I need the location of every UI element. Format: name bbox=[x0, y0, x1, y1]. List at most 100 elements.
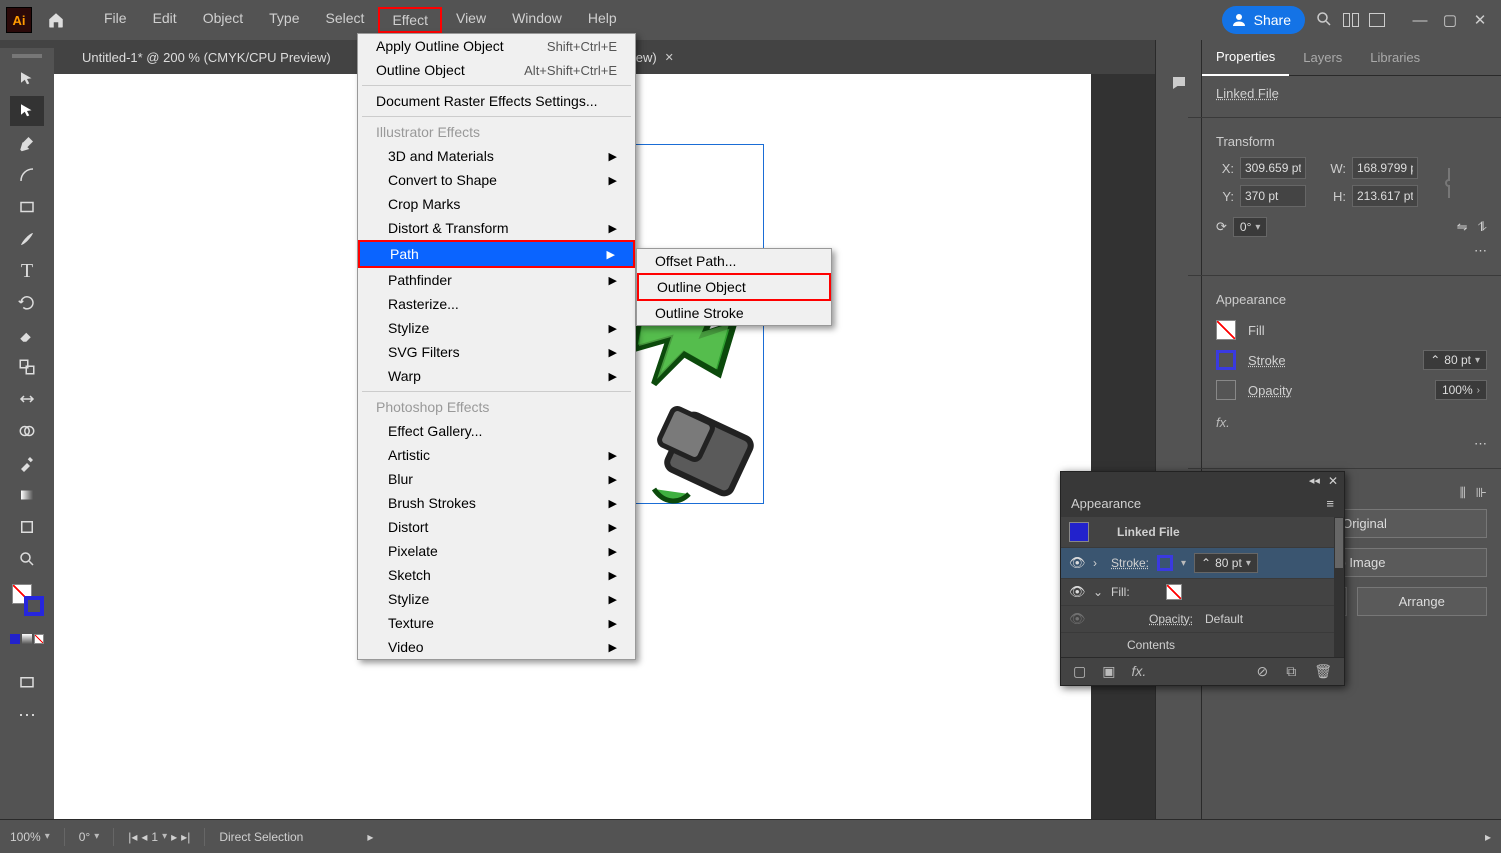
stroke-row-swatch[interactable] bbox=[1157, 555, 1173, 571]
flip-vertical-icon[interactable]: ⥮ bbox=[1478, 219, 1487, 235]
menu-path[interactable]: Path▶ bbox=[358, 240, 635, 268]
zoom-level[interactable]: 100%▾ bbox=[10, 830, 50, 844]
scale-tool[interactable] bbox=[10, 352, 44, 382]
type-tool[interactable]: T bbox=[10, 256, 44, 286]
panel-drag-handle[interactable] bbox=[12, 54, 42, 58]
submenu-outline-object[interactable]: Outline Object bbox=[637, 273, 831, 301]
menu-apply-last-effect[interactable]: Apply Outline ObjectShift+Ctrl+E bbox=[358, 34, 635, 58]
align-icon-1[interactable]: ⫼ bbox=[1460, 485, 1466, 501]
direct-selection-tool[interactable] bbox=[10, 96, 44, 126]
width-tool[interactable] bbox=[10, 384, 44, 414]
x-input[interactable] bbox=[1240, 157, 1306, 179]
opacity-input[interactable]: 100%› bbox=[1435, 380, 1487, 400]
new-stroke-icon[interactable]: ▣ bbox=[1098, 663, 1119, 680]
menu-last-effect[interactable]: Outline ObjectAlt+Shift+Ctrl+E bbox=[358, 58, 635, 82]
opacity-label[interactable]: Opacity bbox=[1248, 383, 1292, 398]
artboard-nav[interactable]: |◂◂1▾▸▸| bbox=[128, 830, 190, 844]
more-options-icon[interactable]: ⋯ bbox=[1216, 243, 1487, 259]
home-icon[interactable] bbox=[40, 4, 72, 36]
tab-1[interactable]: Untitled-1* @ 200 % (CMYK/CPU Preview) bbox=[66, 42, 347, 73]
menu-convert-to-shape[interactable]: Convert to Shape▶ bbox=[358, 168, 635, 192]
panel-collapse-icon[interactable]: ◂◂ bbox=[1309, 474, 1320, 488]
submenu-offset-path[interactable]: Offset Path... bbox=[637, 249, 831, 273]
shape-builder-tool[interactable] bbox=[10, 416, 44, 446]
menu-type[interactable]: Type bbox=[257, 7, 311, 33]
fill-row-swatch[interactable] bbox=[1166, 584, 1182, 600]
menu-stylize[interactable]: Stylize▶ bbox=[358, 316, 635, 340]
appearance-floating-panel[interactable]: ◂◂ ✕ Appearance ≡ Linked File 👁 › Stroke… bbox=[1060, 471, 1345, 686]
menu-view[interactable]: View bbox=[444, 7, 498, 33]
tab-properties[interactable]: Properties bbox=[1202, 39, 1289, 76]
more-appearance-icon[interactable]: ⋯ bbox=[1216, 436, 1487, 452]
menu-select[interactable]: Select bbox=[314, 7, 377, 33]
menu-warp[interactable]: Warp▶ bbox=[358, 364, 635, 388]
stroke-swatch[interactable] bbox=[1216, 350, 1236, 370]
rectangle-tool[interactable] bbox=[10, 192, 44, 222]
appearance-stroke-row[interactable]: 👁 › Stroke: ▾ ⌃80 pt▾ bbox=[1061, 548, 1344, 579]
artboard-tool[interactable] bbox=[10, 512, 44, 542]
appearance-opacity-row[interactable]: 👁 Opacity: Default bbox=[1061, 606, 1344, 633]
curvature-tool[interactable] bbox=[10, 160, 44, 190]
appearance-fill-row[interactable]: 👁 ⌄ Fill: bbox=[1061, 579, 1344, 606]
linked-file-label[interactable]: Linked File bbox=[1216, 86, 1279, 101]
window-maximize[interactable]: ▢ bbox=[1435, 10, 1465, 30]
pen-tool[interactable] bbox=[10, 128, 44, 158]
add-effect-icon[interactable]: fx. bbox=[1127, 663, 1150, 680]
menu-pixelate[interactable]: Pixelate▶ bbox=[358, 539, 635, 563]
fill-stroke-swatch[interactable] bbox=[10, 584, 44, 622]
menu-rasterize-[interactable]: Rasterize... bbox=[358, 292, 635, 316]
stroke-label[interactable]: Stroke bbox=[1248, 353, 1286, 368]
menu-stylize[interactable]: Stylize▶ bbox=[358, 587, 635, 611]
stroke-weight-input[interactable]: ⌃80 pt▾ bbox=[1423, 350, 1487, 370]
w-input[interactable] bbox=[1352, 157, 1418, 179]
stroke-row-label[interactable]: Stroke: bbox=[1111, 556, 1149, 570]
panel-close-icon[interactable]: ✕ bbox=[1328, 474, 1338, 488]
color-mode-icons[interactable] bbox=[10, 624, 44, 654]
appearance-linked-file-row[interactable]: Linked File bbox=[1061, 517, 1344, 548]
selection-tool[interactable] bbox=[10, 64, 44, 94]
menu-video[interactable]: Video▶ bbox=[358, 635, 635, 659]
panel-menu-icon[interactable]: ≡ bbox=[1326, 496, 1334, 511]
y-input[interactable] bbox=[1240, 185, 1306, 207]
opacity-swatch[interactable] bbox=[1216, 380, 1236, 400]
menu-svg-filters[interactable]: SVG Filters▶ bbox=[358, 340, 635, 364]
menu-artistic[interactable]: Artistic▶ bbox=[358, 443, 635, 467]
menu-sketch[interactable]: Sketch▶ bbox=[358, 563, 635, 587]
rotate-view[interactable]: 0°▾ bbox=[79, 830, 100, 844]
menu-help[interactable]: Help bbox=[576, 7, 629, 33]
arrange-docs-icon[interactable] bbox=[1343, 13, 1359, 27]
menu-brush-strokes[interactable]: Brush Strokes▶ bbox=[358, 491, 635, 515]
arrange-button[interactable]: Arrange bbox=[1357, 587, 1488, 616]
menu-edit[interactable]: Edit bbox=[141, 7, 189, 33]
scrollbar[interactable] bbox=[1334, 517, 1344, 657]
paintbrush-tool[interactable] bbox=[10, 224, 44, 254]
constrain-proportions-icon[interactable] bbox=[1440, 166, 1458, 204]
align-icon-2[interactable]: ⊪ bbox=[1476, 485, 1487, 501]
comments-icon[interactable] bbox=[1166, 70, 1192, 96]
fx-icon[interactable]: fx. bbox=[1216, 415, 1487, 430]
eyedropper-tool[interactable] bbox=[10, 448, 44, 478]
new-fill-icon[interactable]: ▢ bbox=[1069, 663, 1090, 680]
stroke-row-value[interactable]: ⌃80 pt▾ bbox=[1194, 553, 1258, 573]
menu-effect-gallery-[interactable]: Effect Gallery... bbox=[358, 419, 635, 443]
menu-crop-marks[interactable]: Crop Marks bbox=[358, 192, 635, 216]
visibility-icon[interactable]: 👁 bbox=[1069, 611, 1085, 627]
menu-raster-settings[interactable]: Document Raster Effects Settings... bbox=[358, 89, 635, 113]
tab-2[interactable]: ew) ✕ bbox=[630, 42, 680, 73]
close-tab-icon[interactable]: ✕ bbox=[665, 51, 674, 64]
edit-toolbar[interactable]: ⋯ bbox=[10, 700, 44, 730]
visibility-icon[interactable]: 👁 bbox=[1069, 584, 1085, 600]
opacity-row-label[interactable]: Opacity: bbox=[1149, 612, 1193, 626]
search-icon[interactable] bbox=[1315, 10, 1333, 31]
menu-distort-transform[interactable]: Distort & Transform▶ bbox=[358, 216, 635, 240]
visibility-icon[interactable]: 👁 bbox=[1069, 555, 1085, 571]
eraser-tool[interactable] bbox=[10, 320, 44, 350]
workspace-icon[interactable] bbox=[1369, 13, 1385, 27]
scroll-right[interactable]: ▸ bbox=[1485, 830, 1491, 844]
tab-libraries[interactable]: Libraries bbox=[1356, 40, 1434, 75]
h-input[interactable] bbox=[1352, 185, 1418, 207]
menu-object[interactable]: Object bbox=[191, 7, 255, 33]
duplicate-icon[interactable]: ⧉ bbox=[1282, 663, 1300, 680]
share-button[interactable]: Share bbox=[1222, 6, 1305, 34]
menu-3d-and-materials[interactable]: 3D and Materials▶ bbox=[358, 144, 635, 168]
